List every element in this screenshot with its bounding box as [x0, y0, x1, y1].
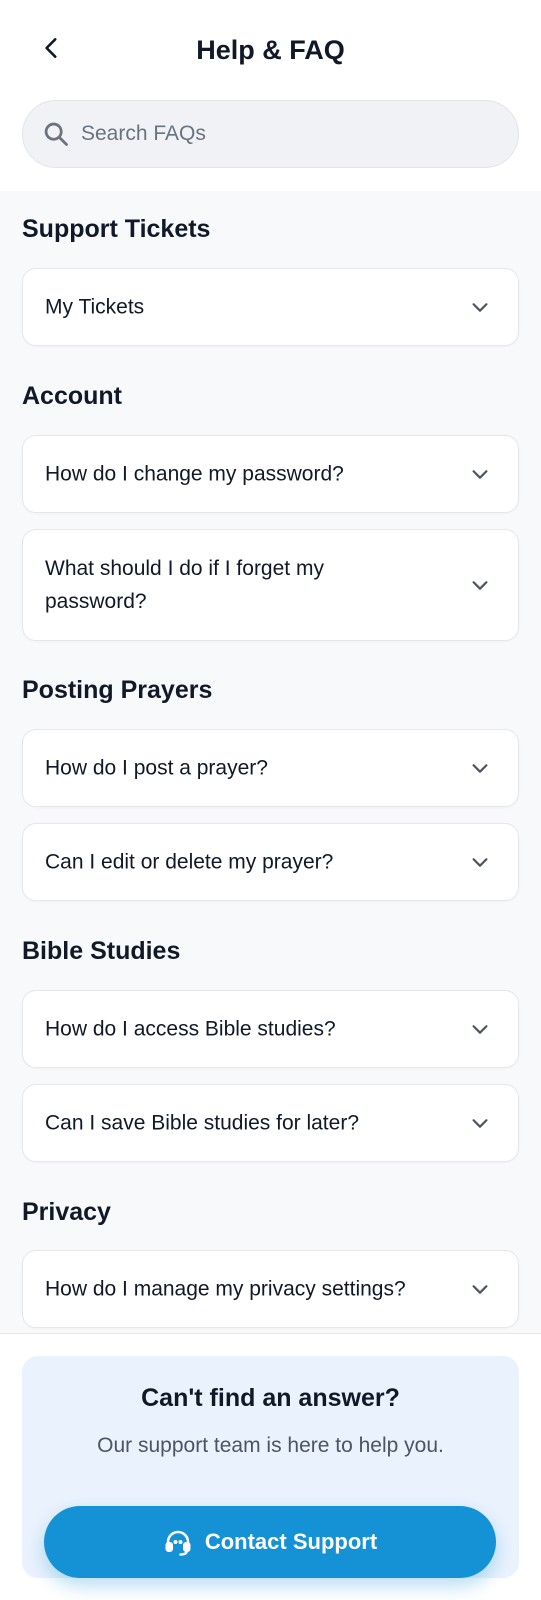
faq-question: How do I change my password? [45, 462, 344, 486]
faq-question: Can I save Bible studies for later? [45, 1111, 359, 1135]
chevron-down-icon [468, 1111, 492, 1135]
help-faq-screen: Help & FAQ Support Tickets My Tickets Ac… [0, 0, 541, 1600]
faq-item-save-bible-studies[interactable]: Can I save Bible studies for later? [22, 1084, 519, 1162]
faq-question: Can I edit or delete my prayer? [45, 850, 334, 874]
faq-question: What should I do if I forget my password… [45, 557, 324, 613]
chevron-down-icon [468, 295, 492, 319]
section-title-privacy: Privacy [22, 1198, 111, 1226]
faq-item-change-password[interactable]: How do I change my password? [22, 435, 519, 513]
faq-item-forgot-password[interactable]: What should I do if I forget my password… [22, 529, 519, 641]
header: Help & FAQ [0, 0, 541, 191]
chevron-down-icon [468, 756, 492, 780]
chevron-down-icon [468, 573, 492, 597]
section-title-support-tickets: Support Tickets [22, 215, 211, 243]
contact-support-button[interactable]: Contact Support [44, 1506, 496, 1578]
faq-item-post-prayer[interactable]: How do I post a prayer? [22, 729, 519, 807]
faq-item-my-tickets[interactable]: My Tickets [22, 268, 519, 346]
search-bar[interactable] [22, 100, 519, 168]
chevron-down-icon [468, 850, 492, 874]
contact-title: Can't find an answer? [141, 1384, 400, 1412]
faq-item-edit-delete-prayer[interactable]: Can I edit or delete my prayer? [22, 823, 519, 901]
faq-question: How do I access Bible studies? [45, 1017, 336, 1041]
faq-item-privacy-settings[interactable]: How do I manage my privacy settings? [22, 1250, 519, 1328]
section-title-bible-studies: Bible Studies [22, 937, 181, 965]
search-input[interactable] [81, 114, 518, 154]
page-title: Help & FAQ [196, 35, 345, 65]
contact-subtitle: Our support team is here to help you. [97, 1434, 444, 1457]
chevron-down-icon [468, 1017, 492, 1041]
faq-item-access-bible-studies[interactable]: How do I access Bible studies? [22, 990, 519, 1068]
headset-icon [163, 1527, 193, 1557]
faq-question: My Tickets [45, 295, 145, 319]
contact-panel: Can't find an answer? Our support team i… [0, 1333, 541, 1600]
faq-question: How do I manage my privacy settings? [45, 1277, 406, 1301]
section-title-account: Account [22, 382, 122, 410]
search-icon [41, 119, 71, 149]
chevron-down-icon [468, 1277, 492, 1301]
contact-card: Can't find an answer? Our support team i… [22, 1356, 519, 1578]
chevron-down-icon [468, 462, 492, 486]
contact-support-label: Contact Support [204, 1529, 378, 1554]
faq-question: How do I post a prayer? [45, 756, 268, 780]
section-title-posting-prayers: Posting Prayers [22, 676, 213, 704]
